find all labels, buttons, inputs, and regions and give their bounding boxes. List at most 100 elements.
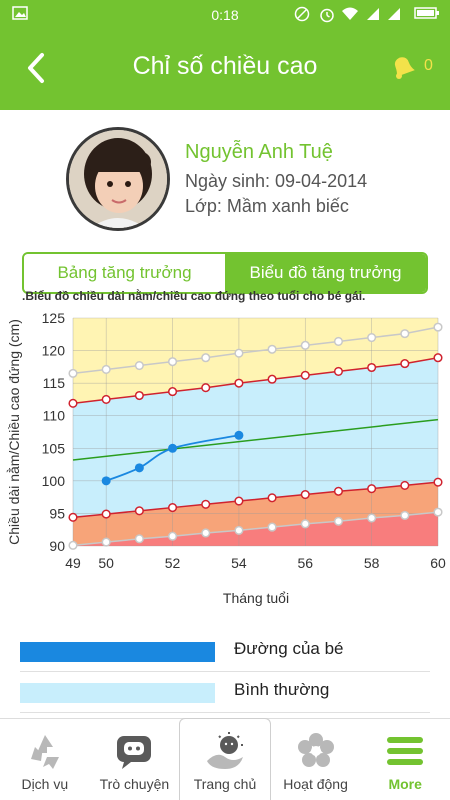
chart-band-point — [68, 398, 78, 408]
chart-band-point — [134, 506, 144, 516]
child-photo — [69, 130, 167, 228]
chart-ytick-label: 125 — [42, 310, 66, 326]
nav-label-home: Trang chủ — [193, 776, 257, 792]
page-title: Chỉ số chiều cao — [132, 52, 318, 80]
chart-band-point — [300, 519, 310, 529]
signal-2-icon — [388, 8, 400, 20]
tab-group: Bảng tăng trưởng Biểu đồ tăng trưởng — [22, 252, 428, 294]
chart-band-point — [400, 329, 410, 339]
chart-band-point — [300, 370, 310, 380]
chart-band-point — [267, 344, 277, 354]
chart-band-point — [400, 480, 410, 490]
sun-icon — [206, 732, 243, 769]
chart-band-point — [101, 509, 111, 519]
chart-ytick-label: 100 — [42, 473, 66, 489]
chart-band-point — [400, 359, 410, 369]
legend-swatch-baby — [20, 642, 215, 662]
nav-label-activities: Hoạt động — [283, 776, 348, 792]
chart-band-point — [234, 378, 244, 388]
chart-band-point — [367, 362, 377, 373]
chart-band-point — [167, 503, 178, 513]
chart-band-point — [333, 516, 344, 526]
chart-band-point — [134, 534, 144, 544]
bottom-nav: Dịch vụ Trò chuyện Trang chủ Hoạt động M… — [0, 718, 450, 800]
chart-xtick-label: 52 — [165, 555, 181, 571]
chart-band-point — [68, 368, 78, 378]
nav-home[interactable]: Trang chủ — [179, 718, 271, 800]
chart-band-point — [201, 528, 211, 538]
chart-ytick-label: 110 — [43, 408, 66, 424]
chart-band-point — [167, 357, 178, 367]
app-header: Chỉ số chiều cao 0 — [0, 30, 450, 110]
battery-icon — [414, 7, 439, 19]
avatar — [66, 127, 170, 231]
legend-item-normal: Bình thường — [20, 673, 430, 713]
status-time: 0:18 — [211, 7, 239, 23]
chart-ytick-label: 115 — [43, 375, 66, 391]
chart-band-point — [433, 507, 443, 517]
recycle-icon — [30, 735, 59, 769]
chart-xtick-label: 56 — [297, 555, 313, 571]
chart-band-point — [400, 510, 410, 520]
chart-band-point — [433, 322, 443, 332]
chart-band-point — [201, 499, 211, 509]
chart-band-point — [333, 336, 344, 347]
chart-band-point — [201, 383, 211, 393]
chart-band-point — [367, 332, 377, 343]
chart-band-point — [433, 477, 443, 487]
chart-band-point — [300, 340, 310, 350]
nav-services[interactable]: Dịch vụ — [0, 719, 90, 800]
chart-band-point — [333, 486, 344, 496]
chart-band-point — [134, 390, 144, 401]
nav-more[interactable]: More — [360, 719, 450, 800]
chart-band-point — [433, 353, 443, 363]
chart-band-point — [367, 513, 377, 523]
no-disturb-icon — [294, 6, 310, 22]
chart-ytick-label: 90 — [49, 538, 65, 554]
chart-band-point — [267, 522, 277, 532]
chat-icon — [117, 736, 152, 769]
tab-growth-chart[interactable]: Biểu đồ tăng trưởng — [225, 254, 426, 292]
chart-band-point — [101, 394, 111, 404]
legend-item-baby: Đường của bé — [20, 632, 430, 672]
nav-chat[interactable]: Trò chuyện — [90, 719, 180, 800]
chart-band-point — [101, 364, 111, 375]
chart-band-point — [201, 353, 211, 363]
signal-icon — [367, 8, 379, 20]
chart-xtick-label: 60 — [430, 555, 446, 571]
nav-activities[interactable]: Hoạt động — [271, 719, 361, 800]
chart-band-point — [234, 496, 244, 506]
tab-growth-table[interactable]: Bảng tăng trưởng — [24, 254, 225, 292]
bell-icon[interactable] — [388, 52, 418, 82]
chart-band-point — [367, 484, 377, 494]
chart-band-point — [167, 387, 178, 397]
chart-y-axis-label: Chiều dài nằm/Chiều cao đứng (cm) — [6, 319, 22, 545]
chart-band-point — [267, 493, 277, 503]
chart-band-point — [101, 537, 111, 547]
chart-xtick-label: 50 — [98, 555, 114, 571]
legend-swatch-normal — [20, 683, 215, 703]
chart-band-point — [333, 366, 344, 376]
flower-icon — [297, 733, 334, 767]
child-class: Lớp: Mầm xanh biếc — [185, 196, 349, 216]
nav-label-services: Dịch vụ — [21, 776, 69, 792]
back-arrow-icon[interactable] — [22, 50, 52, 86]
chart-band-point — [68, 540, 78, 550]
status-bar: 0:18 — [0, 0, 450, 30]
chart-xtick-label: 58 — [364, 555, 380, 571]
chart-xtick-label: 54 — [231, 555, 247, 571]
chart-ytick-label: 120 — [42, 343, 66, 359]
child-name: Nguyễn Anh Tuệ — [185, 141, 333, 163]
notification-count[interactable]: 0 — [424, 57, 433, 75]
chart-ytick-label: 105 — [42, 440, 66, 456]
chart-band-point — [134, 361, 144, 371]
chart-xtick-label: 49 — [65, 555, 81, 571]
wifi-icon — [342, 7, 358, 20]
nav-label-chat: Trò chuyện — [99, 776, 170, 792]
alarm-icon — [320, 8, 334, 23]
chart-band-point — [234, 348, 244, 358]
child-dob: Ngày sinh: 09-04-2014 — [185, 171, 368, 191]
chart-x-axis-label: Tháng tuổi — [223, 590, 289, 606]
chart-baby-point — [234, 430, 244, 440]
growth-chart: 90 95 100 105 110 115 120 125 49 50 52 54 56 58 60 Thán… — [6, 310, 446, 606]
